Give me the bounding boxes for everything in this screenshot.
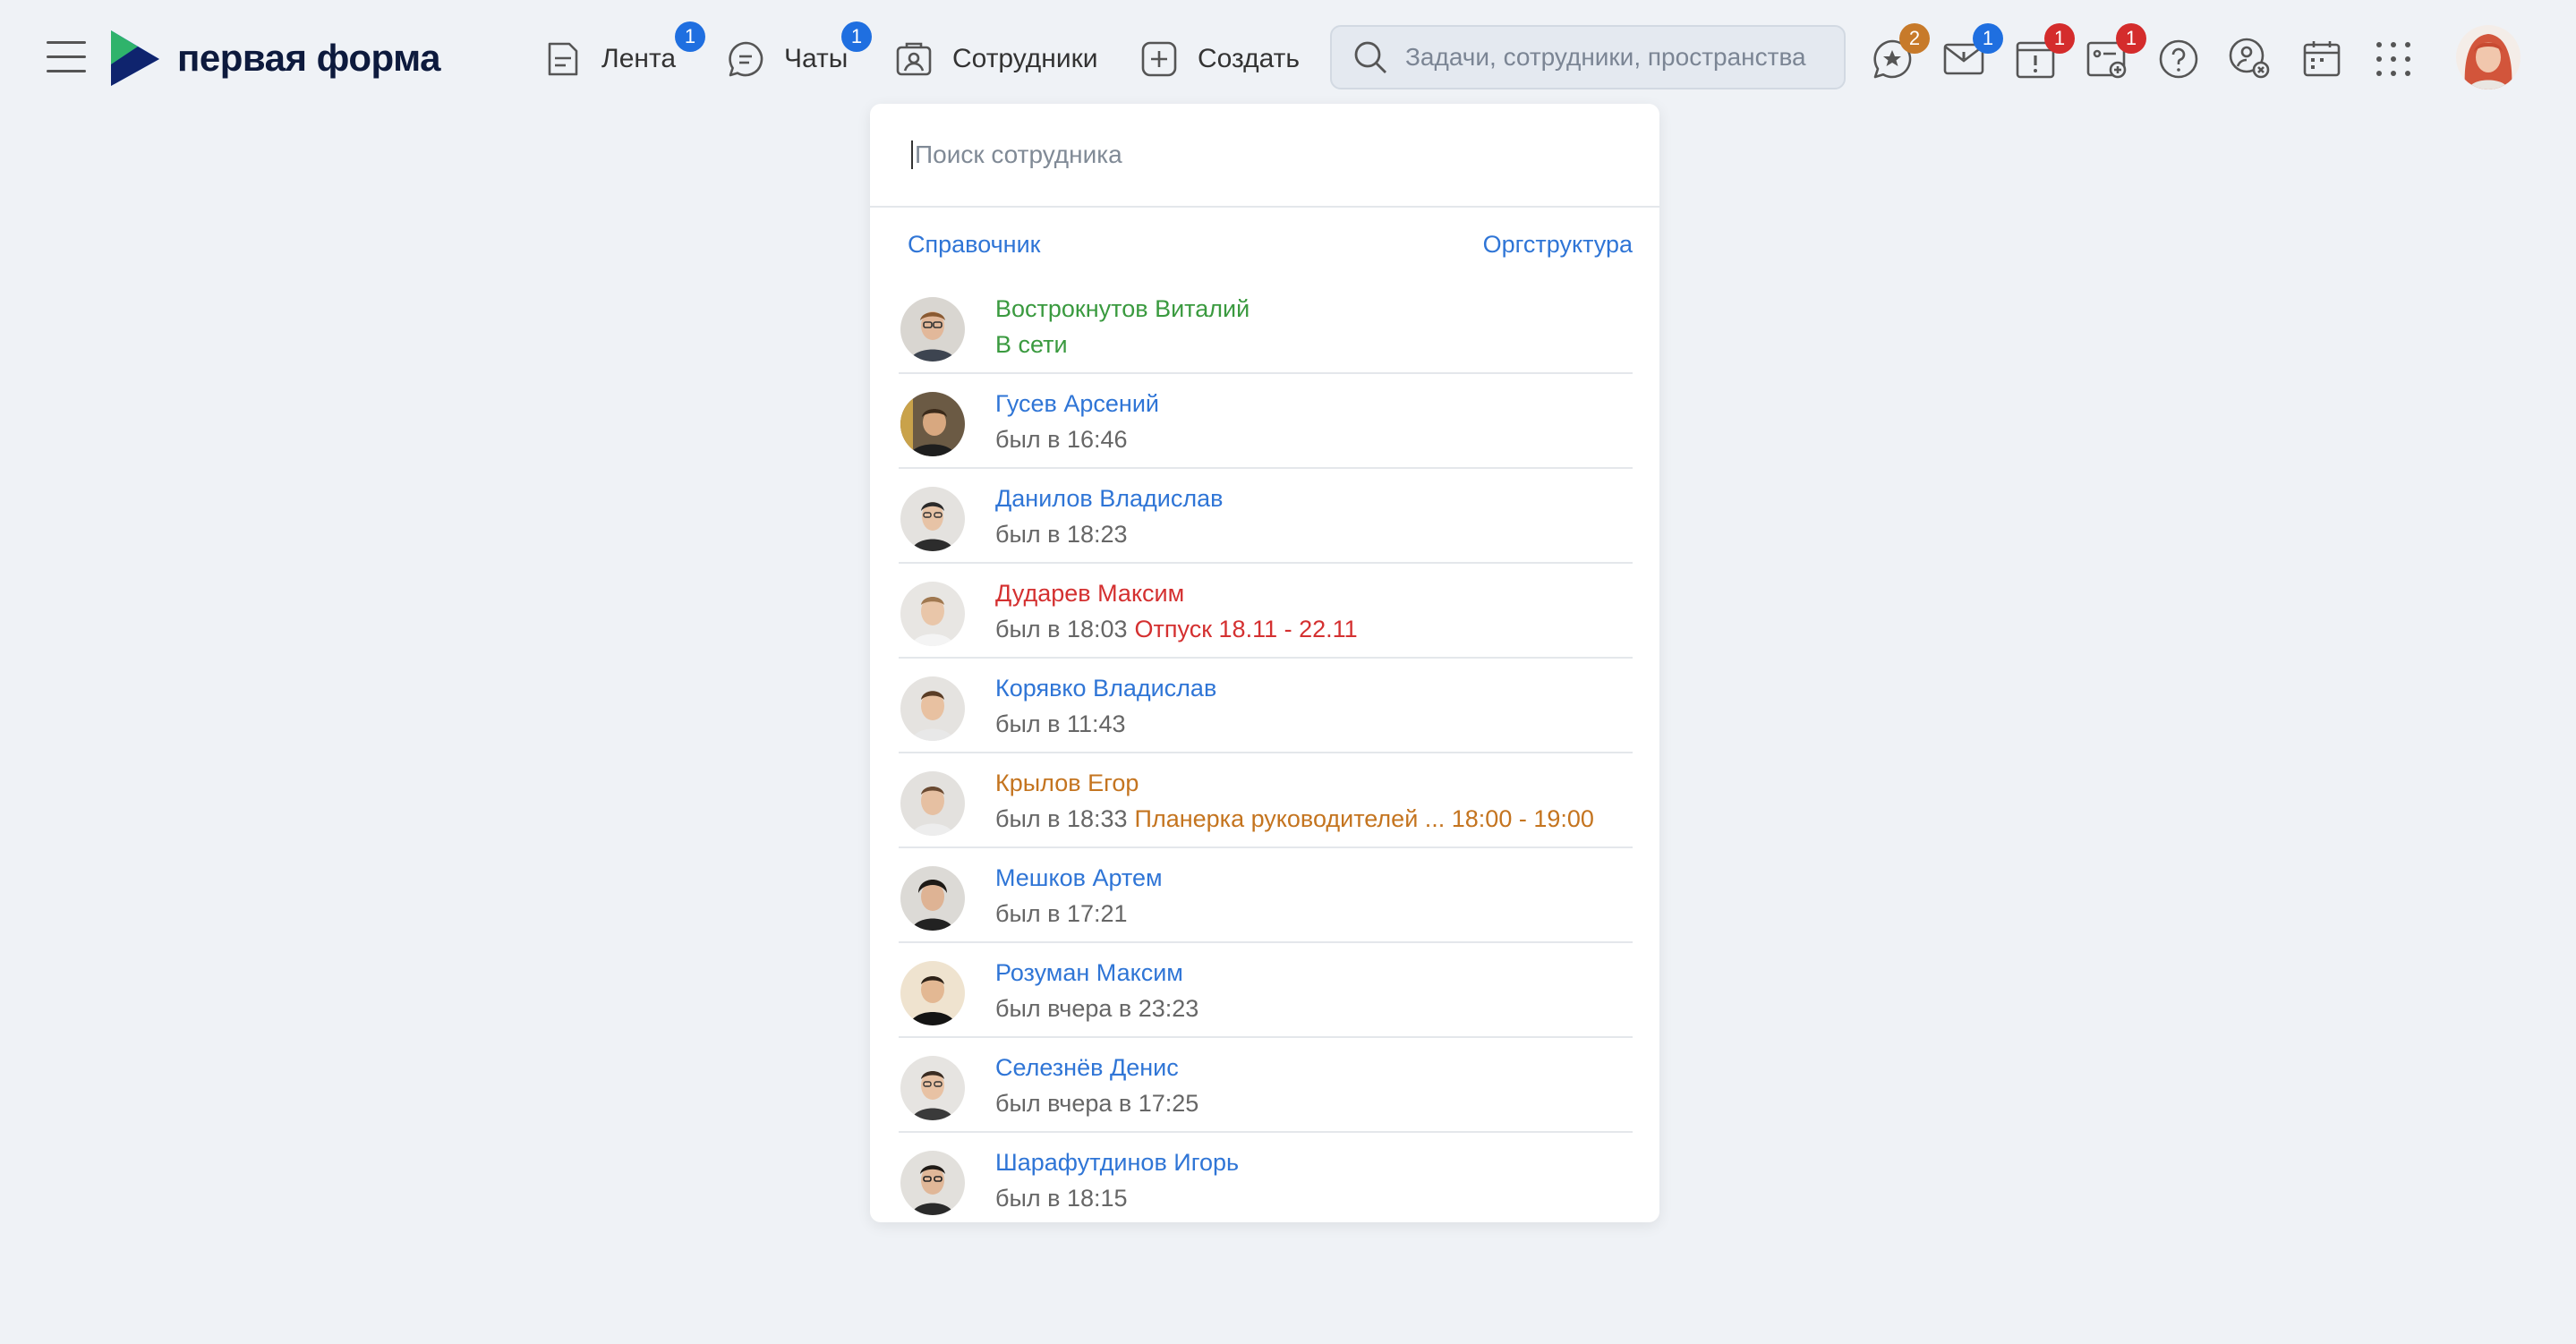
feed-count-badge: 1 xyxy=(675,21,705,52)
approvals-button[interactable]: 1 xyxy=(2084,23,2146,82)
directory-link[interactable]: Справочник xyxy=(908,231,1041,259)
employee-item[interactable]: Шарафутдинов Игорь был в 18:15 xyxy=(899,1133,1633,1228)
help-icon xyxy=(2159,39,2198,79)
dropdown-links: Справочник Оргструктура xyxy=(870,208,1659,276)
logo-text: первая форма xyxy=(177,37,441,79)
employee-status: был в 18:23 xyxy=(995,521,1128,548)
employee-search[interactable] xyxy=(870,104,1659,208)
feed-icon xyxy=(548,42,578,76)
orgchart-link[interactable]: Оргструктура xyxy=(1483,231,1633,259)
plus-square-icon xyxy=(1141,41,1177,77)
employee-item[interactable]: Данилов Владислав был в 18:23 xyxy=(899,469,1633,564)
nav-create-label: Создать xyxy=(1198,44,1301,73)
avatar xyxy=(900,676,965,741)
employee-list: Вострокнутов Виталий В сети Гусев Арсени… xyxy=(899,279,1633,1228)
employee-name: Дударев Максим xyxy=(995,580,1185,607)
avatar xyxy=(900,866,965,931)
employee-item[interactable]: Крылов Егор был в 18:33 Планерка руководи… xyxy=(899,753,1633,848)
avatar xyxy=(900,582,965,646)
employee-last-seen: был в 18:03 xyxy=(995,616,1128,642)
avatar xyxy=(900,487,965,551)
employee-name: Гусев Арсений xyxy=(995,390,1159,417)
employees-dropdown: Справочник Оргструктура Вострокнутов Вит… xyxy=(870,104,1659,1222)
chats-count-badge: 1 xyxy=(841,21,872,52)
employee-name: Розуман Максим xyxy=(995,959,1183,986)
employee-item[interactable]: Корявко Владислав был в 11:43 xyxy=(899,659,1633,753)
nav-chats[interactable]: Чаты 1 xyxy=(725,21,872,84)
favorites-button[interactable]: 2 xyxy=(1869,23,1930,82)
employee-item[interactable]: Гусев Арсений был в 16:46 xyxy=(899,374,1633,469)
apps-grid-button[interactable] xyxy=(2370,36,2417,82)
vacation-label: Отпуск 18.11 - 22.11 xyxy=(1134,616,1358,642)
apps-grid-icon xyxy=(2376,42,2410,76)
meeting-label: Планерка руководителей ... 18:00 - 19:00 xyxy=(1134,805,1594,832)
employee-name: Корявко Владислав xyxy=(995,675,1217,702)
search-icon xyxy=(1354,41,1386,73)
messages-button[interactable]: 1 xyxy=(1941,23,2003,82)
help-button[interactable] xyxy=(2155,36,2202,82)
employee-item[interactable]: Дударев Максим был в 18:03 Отпуск 18.11 -… xyxy=(899,564,1633,659)
avatar xyxy=(900,771,965,836)
alerts-count-badge: 1 xyxy=(2044,23,2075,54)
employee-name: Селезнёв Денис xyxy=(995,1054,1179,1081)
user-settings-button[interactable] xyxy=(2227,36,2273,82)
current-user-avatar[interactable] xyxy=(2456,25,2521,89)
employee-status: был в 11:43 xyxy=(995,710,1126,737)
alerts-button[interactable]: 1 xyxy=(2012,23,2075,82)
approvals-count-badge: 1 xyxy=(2116,23,2146,54)
employee-status: был в 16:46 xyxy=(995,426,1128,453)
nav-employees-label: Сотрудники xyxy=(952,44,1098,73)
calendar-button[interactable] xyxy=(2299,36,2345,82)
employee-status: был в 18:03 Отпуск 18.11 - 22.11 xyxy=(995,616,1358,643)
user-settings-icon xyxy=(2229,38,2270,79)
employee-name: Крылов Егор xyxy=(995,770,1139,796)
employee-name: Шарафутдинов Игорь xyxy=(995,1149,1240,1176)
global-search[interactable] xyxy=(1330,25,1846,89)
employee-status: был в 17:21 xyxy=(995,900,1128,927)
nav-feed[interactable]: Лента 1 xyxy=(542,21,705,84)
employee-last-seen: был в 18:33 xyxy=(995,805,1128,832)
chat-icon xyxy=(729,41,763,77)
employee-status: был вчера в 17:25 xyxy=(995,1090,1199,1117)
employee-status: был вчера в 23:23 xyxy=(995,995,1199,1022)
calendar-icon xyxy=(2303,41,2341,77)
avatar xyxy=(900,392,965,456)
employee-status: был в 18:15 xyxy=(995,1185,1128,1212)
avatar xyxy=(900,297,965,362)
avatar xyxy=(900,1151,965,1215)
avatar xyxy=(900,1056,965,1120)
messages-count-badge: 1 xyxy=(1973,23,2003,54)
favorites-count-badge: 2 xyxy=(1899,23,1930,54)
app-logo[interactable]: первая форма xyxy=(107,29,441,88)
nav-employees[interactable]: Сотрудники xyxy=(893,34,1098,84)
nav-create[interactable]: Создать xyxy=(1139,34,1300,84)
employee-search-input[interactable] xyxy=(911,140,1609,169)
nav-feed-label: Лента xyxy=(601,44,677,73)
employees-icon xyxy=(896,42,932,76)
global-search-input[interactable] xyxy=(1405,43,1826,72)
employee-item[interactable]: Селезнёв Денис был вчера в 17:25 xyxy=(899,1038,1633,1133)
menu-icon[interactable] xyxy=(47,41,86,75)
employee-item[interactable]: Вострокнутов Виталий В сети xyxy=(899,279,1633,374)
employee-item[interactable]: Розуман Максим был вчера в 23:23 xyxy=(899,943,1633,1038)
top-navigation-bar: первая форма Лента 1 Чаты 1 Сотрудники С… xyxy=(0,0,2576,116)
nav-chats-label: Чаты xyxy=(784,44,849,73)
employee-status: В сети xyxy=(995,331,1068,358)
employee-name: Данилов Владислав xyxy=(995,485,1224,512)
logo-mark-icon xyxy=(111,30,159,86)
avatar xyxy=(900,961,965,1025)
employee-status: был в 18:33 Планерка руководителей ... 18… xyxy=(995,805,1594,833)
employee-name: Вострокнутов Виталий xyxy=(995,295,1250,322)
employee-name: Мешков Артем xyxy=(995,864,1163,891)
employee-item[interactable]: Мешков Артем был в 17:21 xyxy=(899,848,1633,943)
